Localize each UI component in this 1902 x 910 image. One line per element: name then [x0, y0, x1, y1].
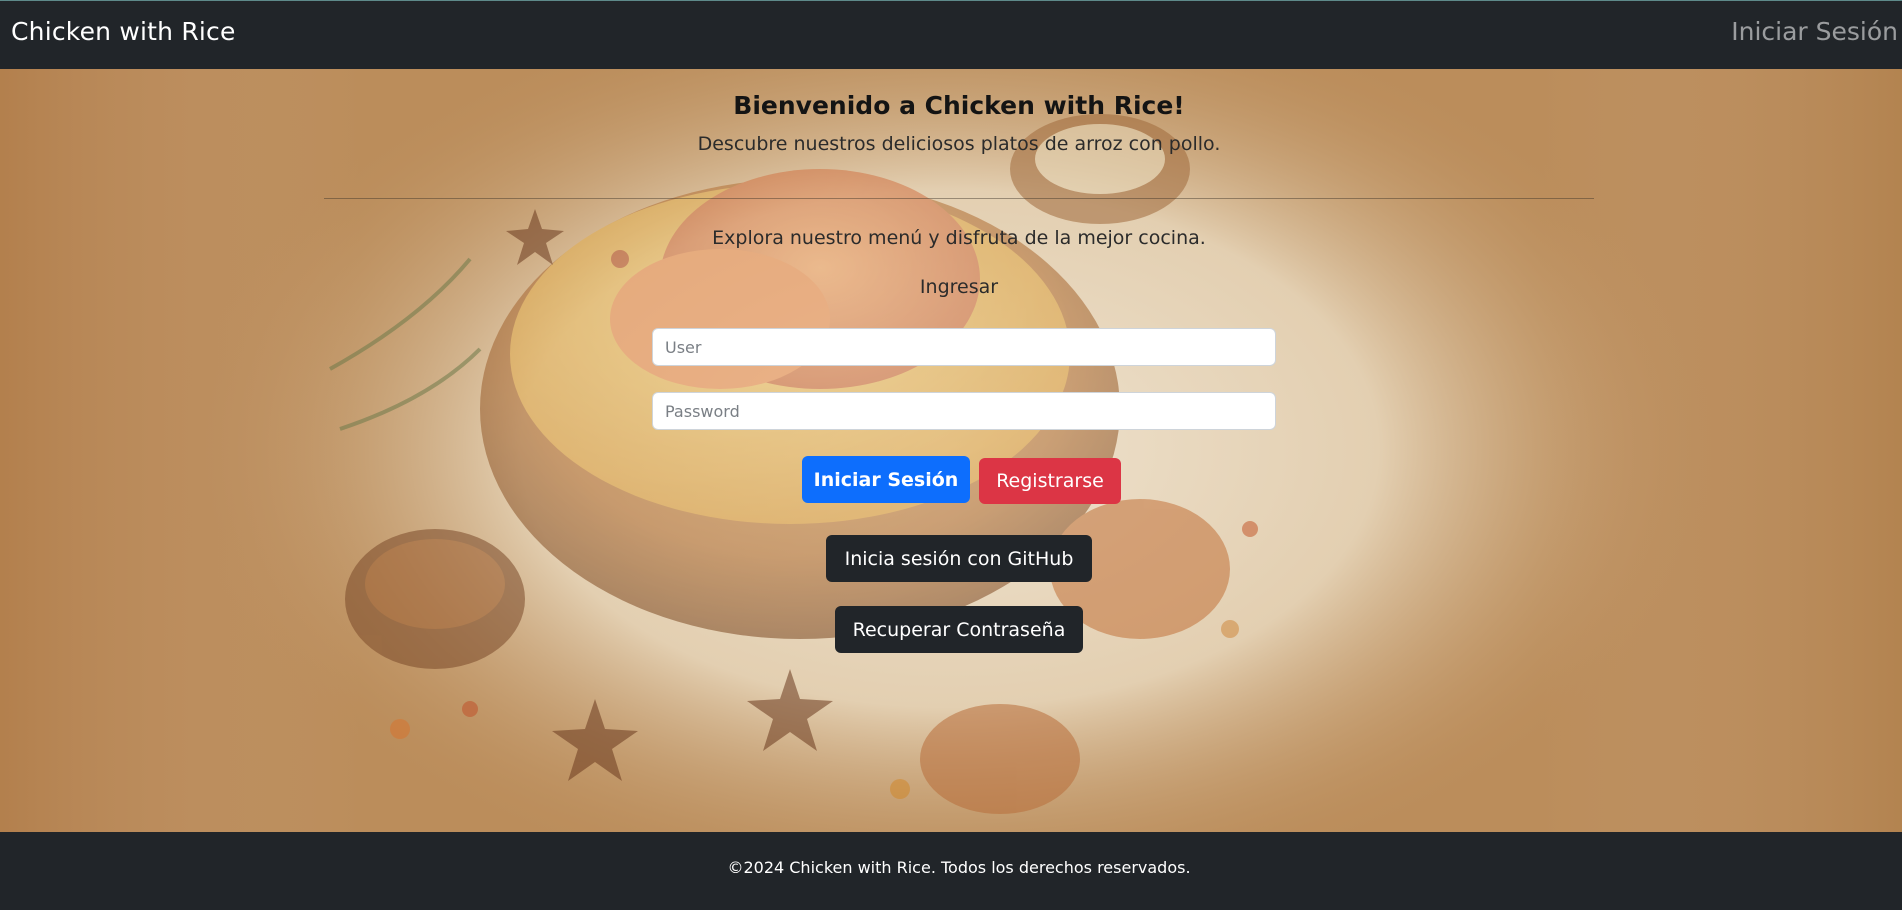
register-button[interactable]: Registrarse: [979, 458, 1121, 504]
navbar: Chicken with Rice Iniciar Sesión: [0, 0, 1902, 69]
user-input[interactable]: [652, 328, 1276, 366]
password-input[interactable]: [652, 392, 1276, 430]
brand-link[interactable]: Chicken with Rice: [11, 17, 236, 46]
page-subtitle: Descubre nuestros deliciosos platos de a…: [697, 133, 1221, 155]
section-divider: [324, 198, 1594, 199]
nav-login-link[interactable]: Iniciar Sesión: [1731, 17, 1898, 46]
recover-password-button[interactable]: Recuperar Contraseña: [835, 606, 1083, 653]
footer: ©2024 Chicken with Rice. Todos los derec…: [0, 832, 1902, 910]
login-button[interactable]: Iniciar Sesión: [802, 456, 970, 503]
welcome-content: Bienvenido a Chicken with Rice! Descubre…: [0, 69, 1902, 832]
hero-section: Bienvenido a Chicken with Rice! Descubre…: [0, 69, 1902, 832]
github-login-button[interactable]: Inicia sesión con GitHub: [826, 535, 1092, 582]
footer-copyright: ©2024 Chicken with Rice. Todos los derec…: [727, 858, 1191, 877]
page-title: Bienvenido a Chicken with Rice!: [733, 91, 1185, 120]
login-form-heading: Ingresar: [919, 276, 999, 298]
explore-text: Explora nuestro menú y disfruta de la me…: [712, 227, 1206, 249]
